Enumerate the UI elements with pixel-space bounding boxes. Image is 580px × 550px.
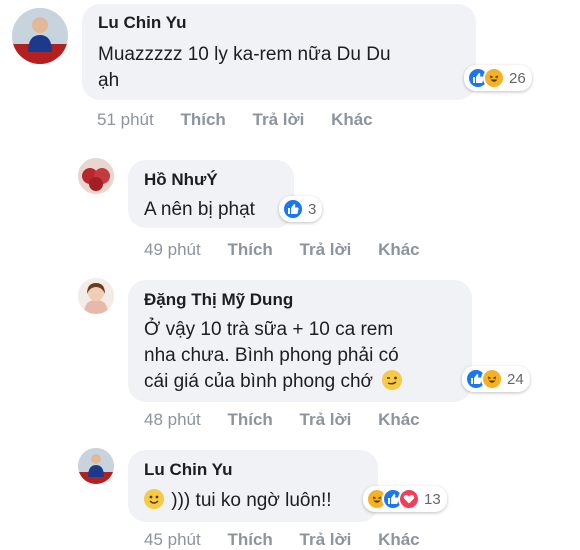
comment-time[interactable]: 45 phút [144,530,201,550]
reply-link[interactable]: Trả lời [300,410,352,430]
reply-link[interactable]: Trả lời [300,240,352,260]
reaction-summary[interactable]: 24 [462,366,530,392]
comment-text: ))) tui ko ngờ luôn!! [144,488,332,514]
comment-text: Muazzzzz 10 ly ka-rem nữa Du Du [98,44,391,65]
comment-meta: 45 phút Thích Trả lời Khác [144,530,420,550]
comment-author[interactable]: Hồ NhưÝ [144,170,218,190]
comment-text: Ở vậy 10 trà sữa + 10 ca rem [144,319,394,340]
comment-author[interactable]: Đặng Thị Mỹ Dung [144,290,293,310]
laughing-face-icon [483,67,505,89]
avatar-image [78,448,114,484]
avatar-image [12,8,68,64]
reaction-count: 13 [424,490,441,508]
smile-emoji-icon [144,489,164,509]
more-link[interactable]: Khác [378,530,420,550]
reaction-count: 24 [507,370,524,388]
reply-link[interactable]: Trả lời [253,110,305,130]
comment-text: A nên bị phạt [144,199,255,220]
avatar-image [78,278,114,314]
comment-time[interactable]: 49 phút [144,240,201,260]
like-link[interactable]: Thích [180,110,225,130]
more-link[interactable]: Khác [378,410,420,430]
laughing-face-icon [481,368,503,390]
wink-emoji-icon [382,370,403,390]
reaction-summary[interactable]: 13 [363,486,447,512]
avatar[interactable] [78,448,114,484]
comment-text: nha chưa. Bình phong phải có [144,345,399,366]
comment-text: cái giá của bình phong chớ [144,369,403,395]
more-link[interactable]: Khác [378,240,420,260]
reaction-count: 26 [509,69,526,87]
comment-time[interactable]: 51 phút [97,110,154,130]
comment-meta: 51 phút Thích Trả lời Khác [97,110,373,130]
like-link[interactable]: Thích [227,530,272,550]
reply-link[interactable]: Trả lời [300,530,352,550]
comment-author[interactable]: Lu Chin Yu [144,460,232,480]
reaction-summary[interactable]: 26 [464,65,532,91]
avatar[interactable] [78,158,114,194]
avatar[interactable] [12,8,68,64]
avatar[interactable] [78,278,114,314]
heart-icon [398,488,420,510]
comment-author[interactable]: Lu Chin Yu [98,13,186,33]
comment-time[interactable]: 48 phút [144,410,201,430]
comment-text: ạh [98,70,120,91]
like-link[interactable]: Thích [227,240,272,260]
more-link[interactable]: Khác [331,110,373,130]
reaction-count: 3 [308,200,317,218]
thumbs-up-icon [282,198,304,220]
avatar-image [78,158,114,194]
like-link[interactable]: Thích [227,410,272,430]
comment-meta: 48 phút Thích Trả lời Khác [144,410,420,430]
comment-text-line: ))) tui ko ngờ luôn!! [171,490,332,511]
comment-meta: 49 phút Thích Trả lời Khác [144,240,420,260]
reaction-summary[interactable]: 3 [279,196,323,222]
comment-text-line: cái giá của bình phong chớ [144,371,374,392]
